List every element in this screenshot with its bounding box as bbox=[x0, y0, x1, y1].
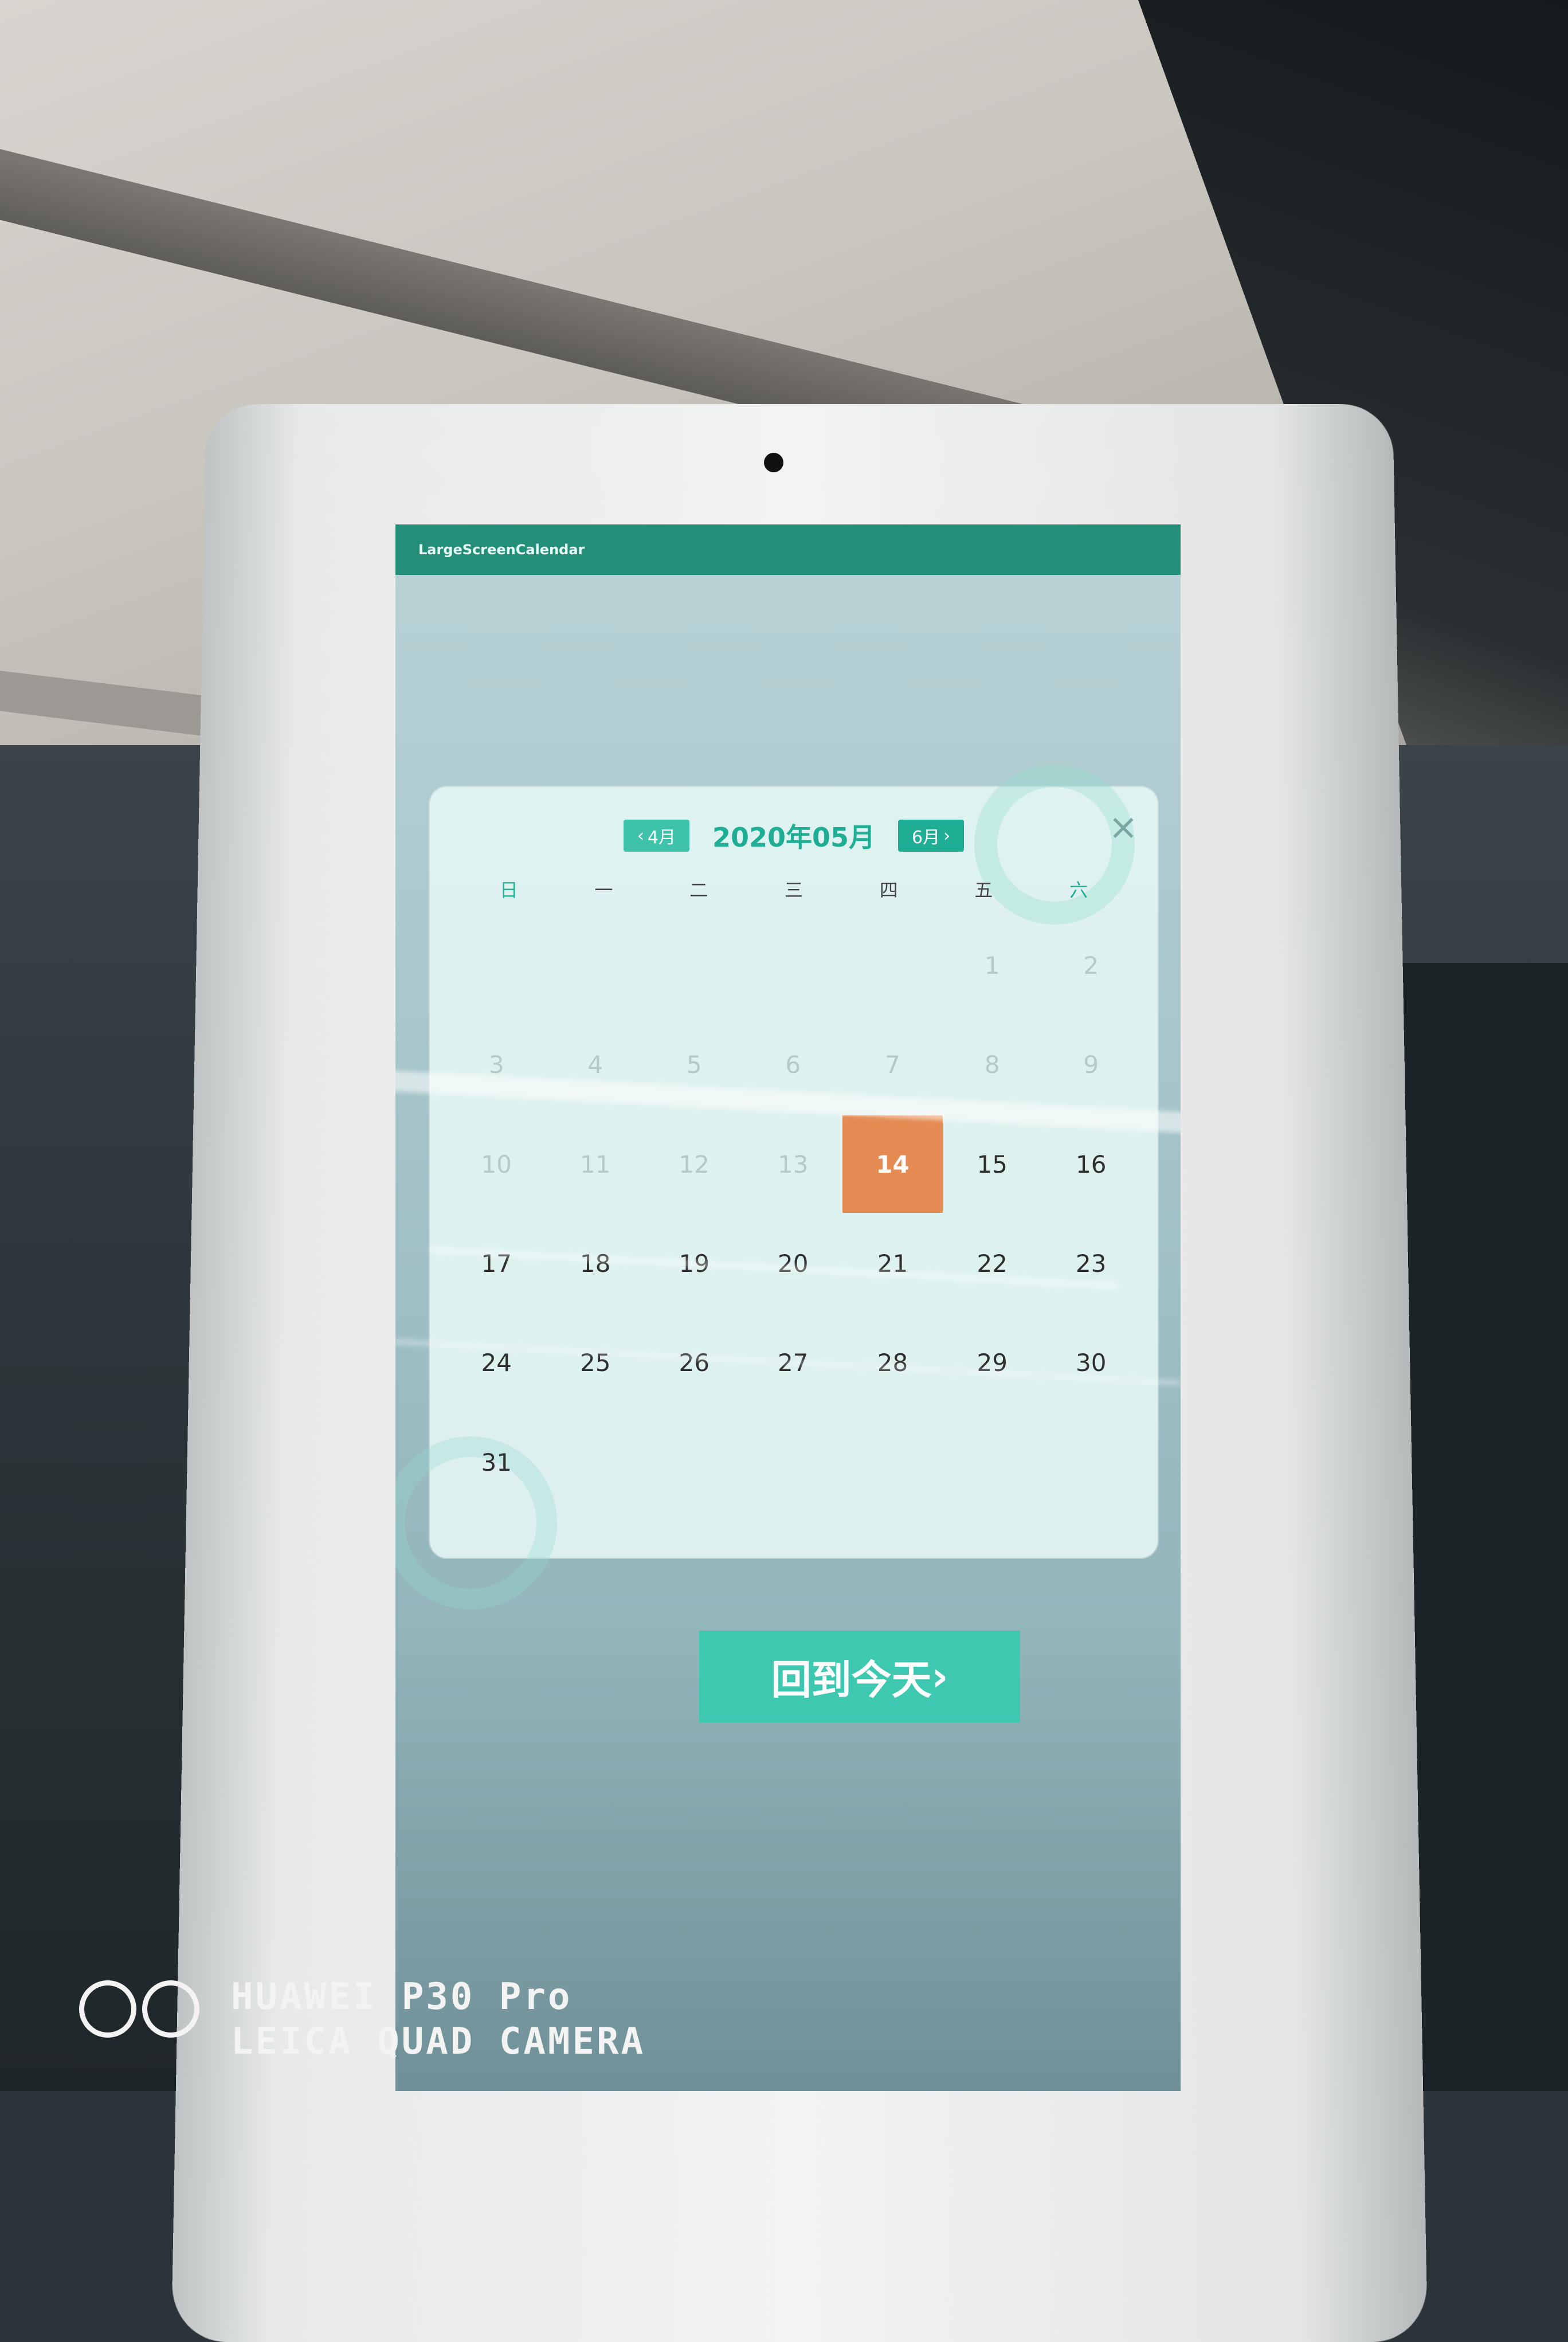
calendar-day[interactable]: 29 bbox=[943, 1313, 1042, 1412]
weekday-header-row: 日一二三四五六 bbox=[461, 873, 1126, 907]
calendar-day[interactable]: 1 bbox=[943, 916, 1042, 1015]
calendar-day[interactable]: 12 bbox=[645, 1115, 744, 1214]
calendar-day[interactable]: 21 bbox=[842, 1214, 943, 1313]
calendar-empty-cell bbox=[842, 1413, 943, 1512]
watermark-line-1: HUAWEI P30 Pro bbox=[231, 1975, 645, 2019]
calendar-day[interactable]: 10 bbox=[447, 1115, 546, 1214]
app-title: LargeScreenCalendar bbox=[418, 542, 585, 558]
watermark-text: HUAWEI P30 Pro LEICA QUAD CAMERA bbox=[231, 1975, 645, 2064]
calendar-grid: 1234567891011121314151617181920212223242… bbox=[447, 916, 1140, 1512]
prev-month-button[interactable]: ‹ 4月 bbox=[624, 820, 689, 852]
app-bar: LargeScreenCalendar bbox=[395, 524, 1181, 575]
next-month-button[interactable]: 6月 › bbox=[898, 820, 964, 852]
calendar-empty-cell bbox=[546, 1413, 645, 1512]
weekday-label: 日 bbox=[461, 873, 556, 907]
weekday-label: 二 bbox=[651, 873, 746, 907]
calendar-day[interactable]: 25 bbox=[546, 1313, 645, 1412]
calendar-empty-cell bbox=[744, 916, 843, 1015]
calendar-empty-cell bbox=[943, 1413, 1042, 1512]
next-month-label: 6月 bbox=[912, 823, 940, 848]
calendar-day[interactable]: 22 bbox=[943, 1214, 1042, 1313]
calendar-day[interactable]: 9 bbox=[1042, 1015, 1141, 1114]
calendar-day[interactable]: 23 bbox=[1042, 1214, 1141, 1313]
weekday-label: 五 bbox=[936, 873, 1032, 907]
chevron-right-icon: › bbox=[932, 1653, 948, 1700]
camera-logo bbox=[79, 1980, 205, 2043]
weekday-label: 三 bbox=[746, 873, 841, 907]
calendar-empty-cell bbox=[546, 916, 645, 1015]
calendar-day[interactable]: 26 bbox=[645, 1313, 744, 1412]
back-to-today-label: 回到今天 bbox=[771, 1648, 932, 1706]
calendar-empty-cell bbox=[447, 916, 546, 1015]
front-camera bbox=[764, 453, 783, 472]
calendar-empty-cell bbox=[744, 1413, 843, 1512]
weekday-label: 四 bbox=[841, 873, 936, 907]
watermark-line-2: LEICA QUAD CAMERA bbox=[231, 2019, 645, 2064]
calendar-empty-cell bbox=[645, 916, 744, 1015]
calendar-day[interactable]: 13 bbox=[744, 1115, 843, 1214]
weekday-label: 六 bbox=[1031, 873, 1126, 907]
calendar-day[interactable]: 31 bbox=[447, 1413, 546, 1512]
close-icon[interactable]: × bbox=[1106, 810, 1140, 844]
calendar-day[interactable]: 11 bbox=[546, 1115, 645, 1214]
calendar-day-today[interactable]: 14 bbox=[842, 1115, 943, 1214]
calendar-day[interactable]: 24 bbox=[447, 1313, 546, 1412]
calendar-dialog: ‹ 4月 2020年05月 6月 › × 日一二三四五六 1 2 3 4 5 6 7 8 9 10… bbox=[430, 787, 1158, 1558]
prev-month-label: 4月 bbox=[648, 823, 676, 848]
month-title: 2020年05月 bbox=[712, 817, 875, 855]
today-highlight: 14 bbox=[842, 1115, 943, 1213]
calendar-day[interactable]: 17 bbox=[447, 1214, 546, 1313]
calendar-day[interactable]: 2 bbox=[1042, 916, 1141, 1015]
calendar-empty-cell bbox=[1042, 1413, 1141, 1512]
chevron-right-icon: › bbox=[943, 826, 950, 846]
back-to-today-button[interactable]: 回到今天 › bbox=[699, 1631, 1020, 1722]
calendar-day[interactable]: 15 bbox=[943, 1115, 1042, 1214]
calendar-empty-cell bbox=[842, 916, 943, 1015]
calendar-day[interactable]: 3 bbox=[447, 1015, 546, 1114]
chevron-left-icon: ‹ bbox=[637, 826, 644, 846]
calendar-day[interactable]: 30 bbox=[1042, 1313, 1141, 1412]
device-screen: LargeScreenCalendar ‹ 4月 2020年05月 6月 › ×… bbox=[395, 524, 1181, 2091]
calendar-empty-cell bbox=[645, 1413, 744, 1512]
calendar-header: ‹ 4月 2020年05月 6月 › bbox=[430, 810, 1158, 861]
weekday-label: 一 bbox=[556, 873, 652, 907]
